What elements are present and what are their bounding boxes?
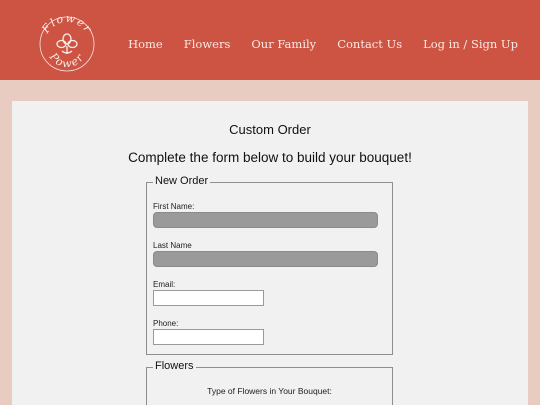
first-name-input[interactable] bbox=[153, 212, 378, 228]
email-label: Email: bbox=[153, 280, 176, 289]
new-order-legend: New Order bbox=[153, 175, 211, 187]
flower-types-prompt: Type of Flowers in Your Bouquet: bbox=[207, 386, 332, 396]
flowers-legend: Flowers bbox=[153, 360, 196, 372]
nav-contact-us[interactable]: Contact Us bbox=[337, 37, 402, 51]
flower-power-logo[interactable]: Flower Power bbox=[36, 12, 98, 75]
nav-flowers[interactable]: Flowers bbox=[184, 37, 231, 51]
site-header: Flower Power Home Flowers Our Family Con… bbox=[0, 0, 540, 80]
phone-label: Phone: bbox=[153, 319, 179, 328]
last-name-input[interactable] bbox=[153, 251, 378, 267]
nav-our-family[interactable]: Our Family bbox=[251, 37, 316, 51]
flower-logo-icon: Flower Power bbox=[39, 12, 95, 72]
flowers-fieldset: Flowers Type of Flowers in Your Bouquet: bbox=[146, 360, 393, 405]
page-title: Custom Order bbox=[229, 122, 311, 137]
main-nav: Home Flowers Our Family Contact Us Log i… bbox=[107, 37, 518, 51]
nav-login-signup[interactable]: Log in / Sign Up bbox=[423, 37, 518, 51]
page-subtitle: Complete the form below to build your bo… bbox=[128, 150, 412, 165]
email-input[interactable] bbox=[153, 290, 264, 306]
phone-input[interactable] bbox=[153, 329, 264, 345]
content-panel: Custom Order Complete the form below to … bbox=[12, 101, 528, 405]
first-name-label: First Name: bbox=[153, 202, 195, 211]
last-name-label: Last Name bbox=[153, 241, 192, 250]
nav-home[interactable]: Home bbox=[128, 37, 163, 51]
svg-text:Flower: Flower bbox=[39, 13, 95, 36]
new-order-fieldset: New Order First Name: Last Name Email: P… bbox=[146, 175, 393, 355]
